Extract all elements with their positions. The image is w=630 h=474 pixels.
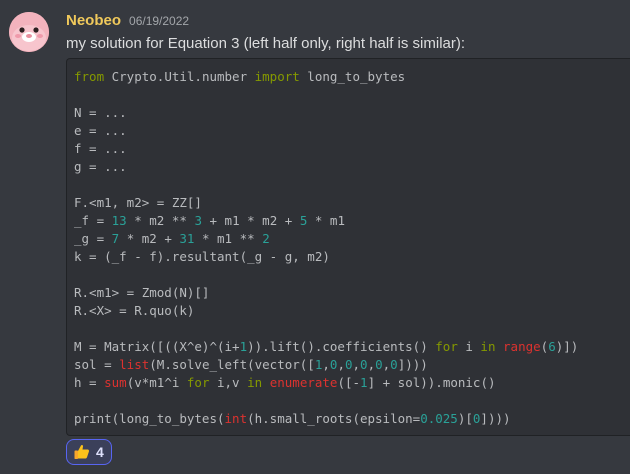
code-token-plain: i,v <box>209 375 248 390</box>
code-token-plain: , <box>352 357 361 372</box>
code-token-builtin: range <box>503 339 541 354</box>
message-header: Neobeo 06/19/2022 <box>66 12 189 32</box>
code-token-plain: * m2 ** <box>126 213 195 228</box>
code-line: e = ... <box>74 122 578 140</box>
code-token-number: 1 <box>239 339 248 354</box>
code-token-plain: N = ... <box>74 105 127 120</box>
code-line: sol = list(M.solve_left(vector([1,0,0,0,… <box>74 356 578 374</box>
code-token-plain: ([- <box>337 375 361 390</box>
code-token-number: 31 <box>179 231 195 246</box>
code-line: N = ... <box>74 104 578 122</box>
code-content: from Crypto.Util.number import long_to_b… <box>74 68 578 428</box>
code-token-number: 1 <box>360 375 368 390</box>
thumbs-up-icon <box>74 444 90 459</box>
code-token-plain: )).lift().coefficients() <box>247 339 436 354</box>
code-token-number: 0 <box>390 357 398 372</box>
code-token-keyword: import <box>254 69 300 84</box>
code-token-plain: long_to_bytes <box>299 69 406 84</box>
code-token-plain: sol = <box>74 357 120 372</box>
code-token-plain: Crypto.Util.number <box>104 69 255 84</box>
code-token-number: 3 <box>194 213 202 228</box>
reaction-count: 4 <box>96 444 104 460</box>
code-token-plain: ]))) <box>397 357 428 372</box>
code-line: _g = 7 * m2 + 31 * m1 ** 2 <box>74 230 578 248</box>
timestamp: 06/19/2022 <box>129 14 190 28</box>
code-line: ​ <box>74 320 578 338</box>
code-token-plain: e = ... <box>74 123 127 138</box>
code-token-plain: * m2 + <box>119 231 180 246</box>
code-token-number: 2 <box>262 231 270 246</box>
code-token-builtin: int <box>224 411 248 426</box>
code-line: k = (_f - f).resultant(_g - g, m2) <box>74 248 578 266</box>
pink-blob-face-icon <box>9 12 49 52</box>
code-token-plain: , <box>337 357 345 372</box>
code-line: g = ... <box>74 158 578 176</box>
code-token-plain: + m1 * m2 + <box>201 213 300 228</box>
code-token-plain: _f = <box>74 213 112 228</box>
code-token-plain: * m1 <box>307 213 345 228</box>
code-line: print(long_to_bytes(int(h.small_roots(ep… <box>74 410 578 428</box>
message-text: my solution for Equation 3 (left half on… <box>66 35 466 52</box>
code-token-builtin: enumerate <box>269 375 338 390</box>
code-token-plain: ]))) <box>480 411 511 426</box>
code-token-builtin: sum <box>104 375 127 390</box>
code-line: ​ <box>74 266 578 284</box>
code-token-number: 13 <box>111 213 127 228</box>
code-token-plain: i <box>457 339 481 354</box>
code-token-number: 0 <box>344 357 353 372</box>
code-line: F.<m1, m2> = ZZ[] <box>74 194 578 212</box>
code-token-keyword: from <box>74 69 105 84</box>
code-token-plain: (h.small_roots(epsilon= <box>247 411 421 426</box>
code-token-plain: (v*m1^i <box>126 375 187 390</box>
code-token-plain: g = ... <box>74 159 127 174</box>
code-block: from Crypto.Util.number import long_to_b… <box>66 58 630 436</box>
code-token-keyword: for <box>435 339 458 354</box>
code-token-plain: , <box>322 357 330 372</box>
code-token-plain: h = <box>74 375 105 390</box>
code-token-plain: ] + sol)).monic() <box>367 375 496 390</box>
code-token-plain: R.<m1> = Zmod(N)[] <box>74 285 210 300</box>
code-line: R.<m1> = Zmod(N)[] <box>74 284 578 302</box>
code-line: h = sum(v*m1^i for i,v in enumerate([-1]… <box>74 374 578 392</box>
code-line: M = Matrix([((X^e)^(i+1)).lift().coeffic… <box>74 338 578 356</box>
reaction-button[interactable]: 4 <box>66 439 112 465</box>
username[interactable]: Neobeo <box>66 12 121 29</box>
code-token-plain: (M.solve_left(vector([ <box>149 357 315 372</box>
code-line: ​ <box>74 176 578 194</box>
code-line: from Crypto.Util.number import long_to_b… <box>74 68 578 86</box>
code-token-plain: F.<m1, m2> = ZZ[] <box>74 195 202 210</box>
code-token-plain: f = ... <box>74 141 127 156</box>
code-token-keyword: in <box>247 375 263 390</box>
code-token-plain: _g = <box>74 231 112 246</box>
code-line: f = ... <box>74 140 578 158</box>
code-line: _f = 13 * m2 ** 3 + m1 * m2 + 5 * m1 <box>74 212 578 230</box>
code-token-number: 0 <box>360 357 368 372</box>
code-token-number: 0 <box>375 357 383 372</box>
avatar[interactable] <box>9 12 49 52</box>
code-token-number: 6 <box>548 339 556 354</box>
code-token-keyword: in <box>480 339 496 354</box>
code-token-plain: print(long_to_bytes( <box>74 411 225 426</box>
code-token-number: 0.025 <box>420 411 458 426</box>
code-token-builtin: list <box>119 357 150 372</box>
code-line: ​ <box>74 86 578 104</box>
code-line: R.<X> = R.quo(k) <box>74 302 578 320</box>
code-token-plain: M = Matrix([((X^e)^(i+ <box>74 339 240 354</box>
code-token-plain: , <box>367 357 376 372</box>
code-token-plain: )[ <box>457 411 473 426</box>
code-token-plain: k = (_f - f).resultant(_g - g, m2) <box>74 249 330 264</box>
code-token-plain: )]) <box>555 339 579 354</box>
code-token-plain: * m1 ** <box>194 231 263 246</box>
chat-message: Neobeo 06/19/2022 my solution for Equati… <box>0 0 630 474</box>
code-token-plain: R.<X> = R.quo(k) <box>74 303 195 318</box>
code-token-keyword: for <box>186 375 210 390</box>
code-line: ​ <box>74 392 578 410</box>
